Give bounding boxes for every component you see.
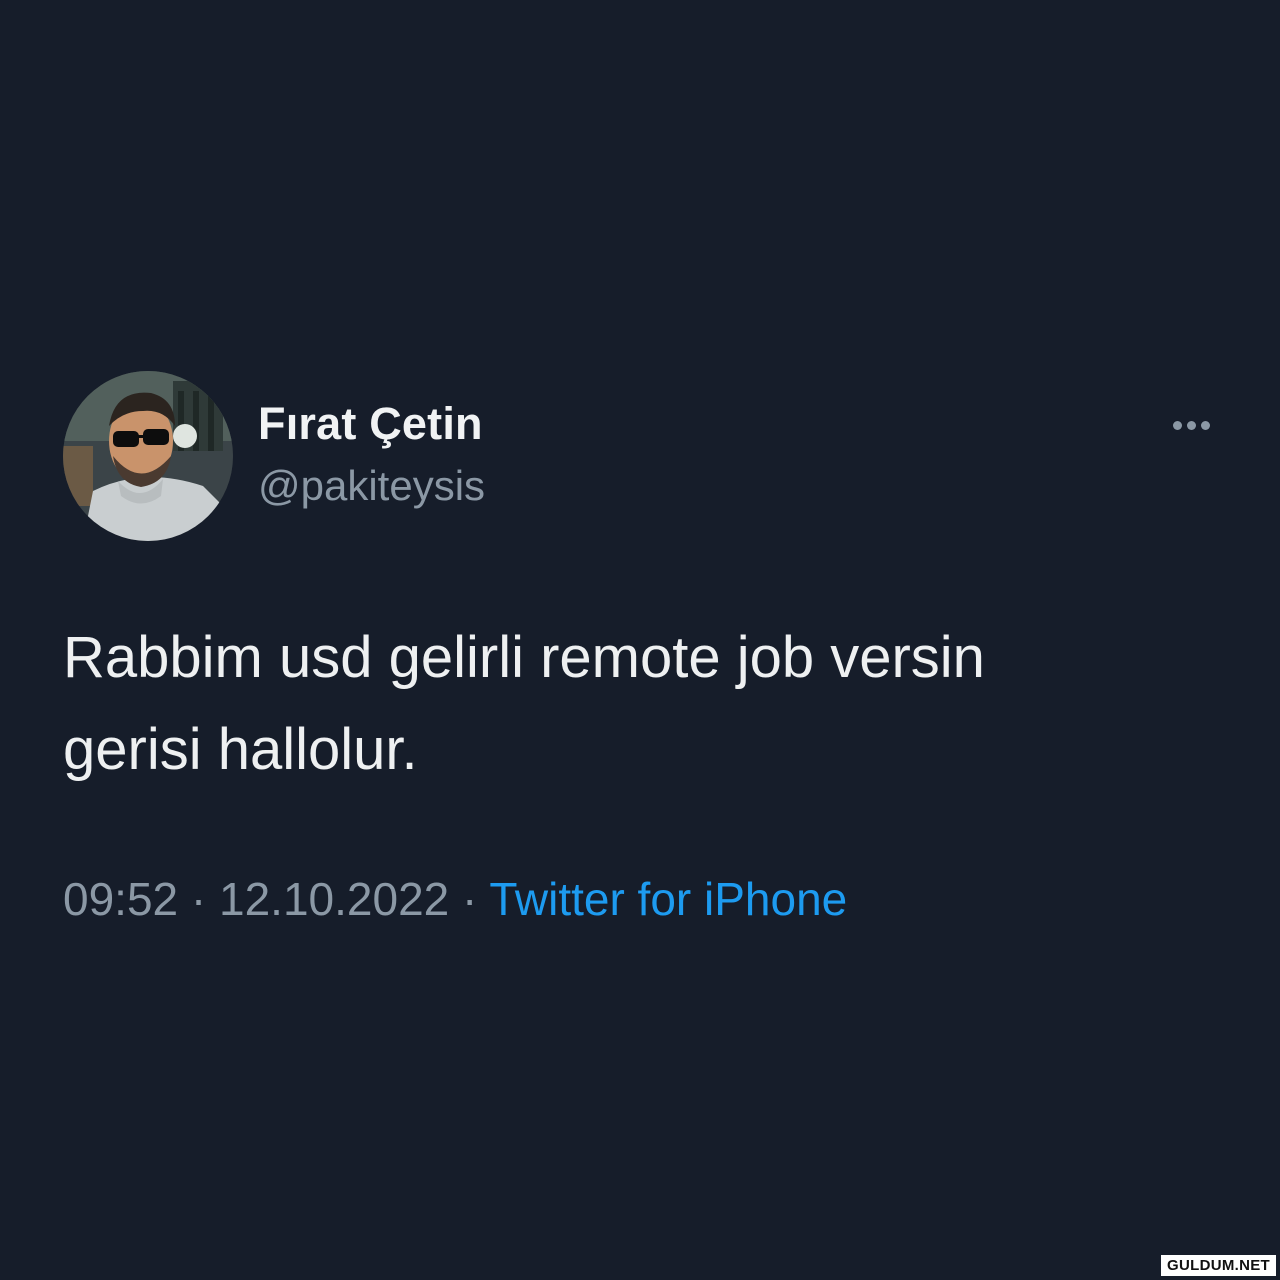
tweet-card: Fırat Çetin @pakiteysis Rabbim usd gelir… [0,0,1280,1280]
more-horizontal-icon [1172,420,1182,430]
tweet-time[interactable]: 09:52 [63,873,178,925]
avatar-photo [63,371,233,541]
tweet-text: Rabbim usd gelirli remote job versin ger… [63,625,985,782]
avatar[interactable] [63,371,233,541]
more-horizontal-icon [1186,420,1196,430]
watermark: GULDUM.NET [1161,1255,1276,1276]
more-horizontal-icon [1200,420,1210,430]
tweet-metadata: 09:52 · 12.10.2022 · Twitter for iPhone [63,872,847,926]
author-handle[interactable]: @pakiteysis [258,462,485,510]
more-options-button[interactable] [1160,408,1222,442]
meta-separator: · [462,873,478,925]
tweet-date[interactable]: 12.10.2022 [219,873,449,925]
tweet-source-link[interactable]: Twitter for iPhone [489,873,847,925]
meta-separator: · [190,873,207,925]
author-display-name[interactable]: Fırat Çetin [258,398,483,450]
